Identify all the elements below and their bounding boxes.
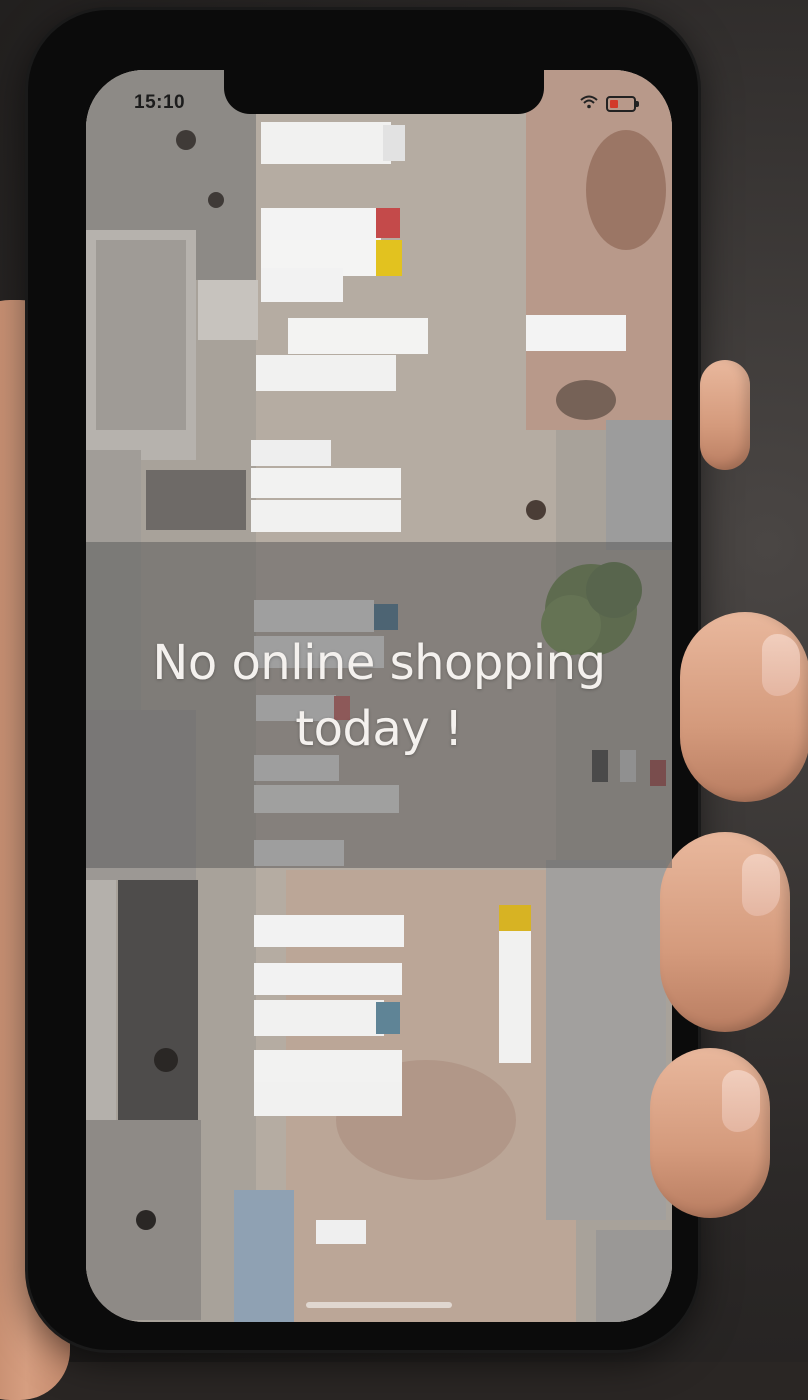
home-indicator[interactable]: [306, 1302, 452, 1308]
headline-line-1: No online shopping: [152, 635, 606, 691]
screen-notch: [224, 70, 544, 114]
finger-3: [660, 832, 790, 1032]
wifi-icon: [580, 94, 598, 113]
finger-1: [700, 360, 750, 470]
phone-device: 15:10 No online shopping today !: [28, 10, 698, 1350]
headline-line-2: today !: [295, 701, 463, 757]
finger-2: [680, 612, 808, 802]
phone-screen: 15:10 No online shopping today !: [86, 70, 672, 1322]
battery-low-icon: [606, 95, 639, 112]
status-time: 15:10: [134, 92, 186, 113]
fingernail: [742, 854, 780, 916]
status-icons: [580, 94, 639, 113]
fingernail: [762, 634, 800, 696]
headline-message: No online shopping today !: [86, 630, 672, 762]
fingernail: [722, 1070, 760, 1132]
finger-4: [650, 1048, 770, 1218]
